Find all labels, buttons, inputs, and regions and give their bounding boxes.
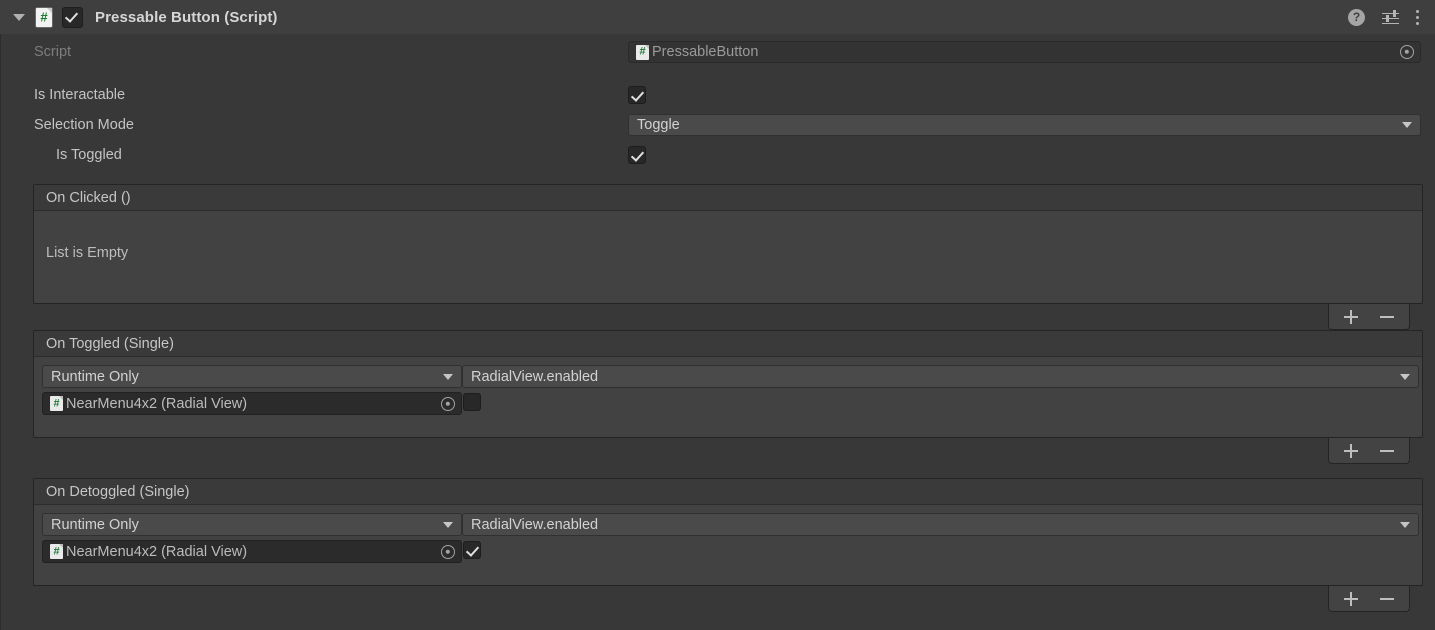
chevron-down-icon: [443, 373, 453, 380]
csharp-script-icon: [50, 544, 63, 559]
event-header[interactable]: On Detoggled (Single): [34, 479, 1422, 505]
script-value: PressableButton: [652, 44, 759, 60]
object-picker-icon[interactable]: [1400, 45, 1414, 59]
add-listener-button[interactable]: [1344, 309, 1358, 324]
selection-mode-label: Selection Mode: [34, 117, 134, 133]
event-header[interactable]: On Clicked (): [34, 185, 1422, 211]
component-enabled-checkbox[interactable]: [62, 6, 83, 28]
chevron-down-icon: [1400, 521, 1410, 528]
object-picker-icon[interactable]: [441, 544, 455, 559]
event-listener-row: Runtime Only RadialView.enabled NearMenu…: [34, 357, 1422, 437]
script-object-field[interactable]: PressableButton: [628, 41, 1421, 63]
event-header-label: On Clicked (): [46, 189, 131, 206]
component-header-bar[interactable]: Pressable Button (Script) ?: [0, 0, 1435, 35]
csharp-script-icon: [36, 7, 52, 27]
event-footer-on-detoggled: [1328, 586, 1410, 612]
component-header-actions: ?: [1348, 8, 1420, 26]
event-listener-row: Runtime Only RadialView.enabled NearMenu…: [34, 505, 1422, 585]
script-label: Script: [34, 44, 72, 60]
csharp-script-icon: [50, 396, 63, 411]
property-row-is-interactable: Is Interactable: [1, 84, 1435, 106]
preset-icon[interactable]: [1382, 9, 1399, 26]
remove-listener-button[interactable]: [1380, 310, 1394, 324]
is-interactable-label: Is Interactable: [34, 87, 126, 103]
chevron-down-icon: [1402, 122, 1412, 128]
event-header[interactable]: On Toggled (Single): [34, 331, 1422, 357]
listener-target-object-value: NearMenu4x2 (Radial View): [66, 395, 248, 412]
inspector-body: Script PressableButton Is Interactable S…: [0, 34, 1435, 630]
listener-target-object-value: NearMenu4x2 (Radial View): [66, 543, 248, 560]
event-footer-on-clicked: [1328, 304, 1410, 330]
listener-call-state-dropdown[interactable]: Runtime Only: [42, 513, 462, 536]
remove-listener-button[interactable]: [1380, 592, 1394, 606]
is-toggled-checkbox[interactable]: [628, 146, 646, 164]
is-toggled-label: Is Toggled: [56, 147, 122, 163]
listener-call-state-value: Runtime Only: [51, 516, 139, 533]
add-listener-button[interactable]: [1344, 591, 1358, 606]
selection-mode-value: Toggle: [637, 117, 680, 133]
listener-function-dropdown[interactable]: RadialView.enabled: [462, 365, 1419, 388]
event-empty-message: List is Empty: [46, 245, 129, 261]
listener-call-state-dropdown[interactable]: Runtime Only: [42, 365, 462, 388]
event-list-on-detoggled: On Detoggled (Single) Runtime Only Radia…: [33, 478, 1423, 586]
event-header-label: On Toggled (Single): [46, 335, 174, 352]
event-header-label: On Detoggled (Single): [46, 483, 190, 500]
chevron-down-icon: [443, 521, 453, 528]
help-icon[interactable]: ?: [1348, 8, 1365, 26]
listener-call-state-value: Runtime Only: [51, 368, 139, 385]
component-title: Pressable Button (Script): [95, 8, 278, 26]
property-row-script: Script PressableButton: [1, 41, 1435, 63]
listener-argument-checkbox[interactable]: [463, 541, 481, 559]
add-listener-button[interactable]: [1344, 443, 1358, 458]
event-footer-on-toggled: [1328, 438, 1410, 464]
csharp-script-icon: [636, 44, 649, 60]
property-row-selection-mode: Selection Mode Toggle: [1, 114, 1435, 136]
listener-function-value: RadialView.enabled: [471, 368, 599, 385]
remove-listener-button[interactable]: [1380, 444, 1394, 458]
chevron-down-icon: [1400, 373, 1410, 380]
listener-function-value: RadialView.enabled: [471, 516, 599, 533]
object-picker-icon[interactable]: [441, 396, 455, 411]
listener-function-dropdown[interactable]: RadialView.enabled: [462, 513, 1419, 536]
property-row-is-toggled: Is Toggled: [1, 144, 1435, 166]
foldout-triangle-icon[interactable]: [12, 10, 26, 24]
selection-mode-dropdown[interactable]: Toggle: [628, 114, 1421, 136]
listener-target-object-field[interactable]: NearMenu4x2 (Radial View): [42, 392, 462, 415]
event-list-on-toggled: On Toggled (Single) Runtime Only RadialV…: [33, 330, 1423, 438]
event-list-on-clicked: On Clicked () List is Empty: [33, 184, 1423, 304]
is-interactable-checkbox[interactable]: [628, 86, 646, 104]
listener-argument-checkbox[interactable]: [463, 393, 481, 411]
kebab-menu-icon[interactable]: [1416, 9, 1420, 26]
listener-target-object-field[interactable]: NearMenu4x2 (Radial View): [42, 540, 462, 563]
